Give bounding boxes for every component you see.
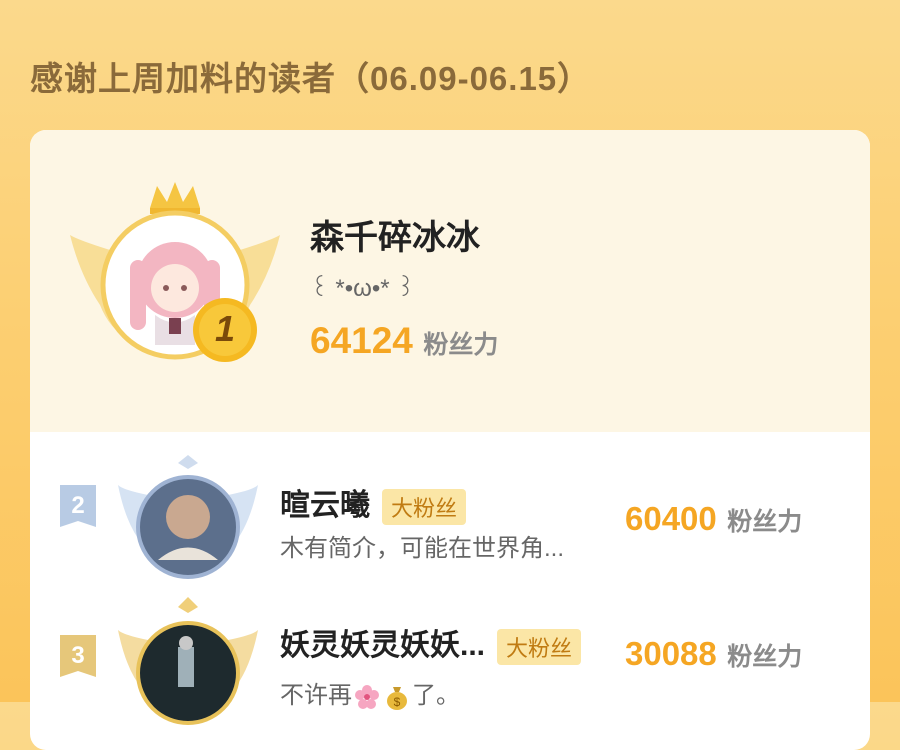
crown-icon — [150, 182, 200, 214]
reader-2-name-line: 暄云曦 大粉丝 — [280, 480, 467, 526]
top-reader-name[interactable]: 森千碎冰冰 — [310, 210, 480, 259]
reader-3-score: 30088 粉丝力 — [625, 635, 802, 673]
reader-row-3[interactable]: 3 妖灵妖灵妖妖... 大粉丝 不许再 $ 了。 30088 粉丝力 — [30, 590, 870, 740]
reader-2-bio: 木有简介，可能在世界角... — [280, 535, 565, 562]
reader-2-name[interactable]: 暄云曦 — [280, 489, 370, 522]
page-title: 感谢上周加料的读者（06.09-06.15） — [30, 60, 592, 97]
rank-2-number: 2 — [71, 492, 85, 519]
reader-2-avatar[interactable] — [118, 455, 258, 585]
reader-3-score-unit: 粉丝力 — [727, 643, 803, 671]
reader-3-fan-tag: 大粉丝 — [497, 629, 582, 666]
reader-3-bio-suffix: 了。 — [412, 682, 460, 709]
top-reader-bio: ꒰ *•ω•* ꒱ — [310, 275, 416, 302]
reader-2-score-unit: 粉丝力 — [727, 508, 803, 536]
reader-3-name[interactable]: 妖灵妖灵妖妖... — [280, 629, 485, 662]
reader-2-score: 60400 粉丝力 — [625, 500, 802, 538]
reader-3-avatar[interactable] — [118, 595, 258, 725]
reader-3-bio: 不许再 $ 了。 — [280, 675, 460, 710]
leaderboard-card: 1 森千碎冰冰 ꒰ *•ω•* ꒱ 64124 粉丝力 2 暄云曦 大粉丝 木有… — [30, 130, 870, 750]
rank-3-badge-icon: 3 — [60, 635, 96, 685]
reader-row-2[interactable]: 2 暄云曦 大粉丝 木有简介，可能在世界角... 60400 粉丝力 — [30, 440, 870, 590]
cherry-blossom-icon — [354, 684, 380, 710]
reader-2-score-value: 60400 — [625, 500, 717, 537]
top-reader-score-value: 64124 — [310, 320, 413, 361]
reader-2-fan-tag: 大粉丝 — [382, 489, 467, 526]
reader-3-name-line: 妖灵妖灵妖妖... 大粉丝 — [280, 620, 582, 666]
money-bag-icon: $ — [384, 684, 410, 710]
top-reader-score: 64124 粉丝力 — [310, 320, 498, 362]
reader-3-bio-prefix: 不许再 — [280, 682, 352, 709]
reader-3-score-value: 30088 — [625, 635, 717, 672]
rank-1-number: 1 — [214, 308, 236, 349]
rank-2-badge-icon: 2 — [60, 485, 96, 535]
rank-3-number: 3 — [71, 642, 85, 669]
top-reader-section[interactable]: 1 森千碎冰冰 ꒰ *•ω•* ꒱ 64124 粉丝力 — [30, 130, 870, 432]
top-reader-avatar[interactable]: 1 — [70, 180, 280, 380]
top-reader-score-unit: 粉丝力 — [423, 331, 499, 359]
